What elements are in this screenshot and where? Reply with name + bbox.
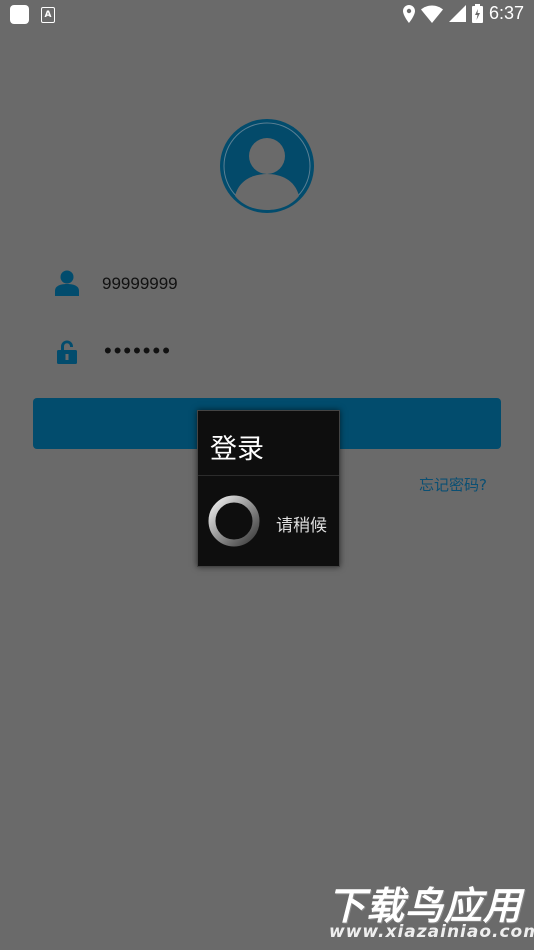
battery-icon — [471, 4, 483, 23]
status-right: 6:37 — [402, 3, 524, 24]
signal-icon — [448, 5, 466, 22]
watermark-url: www.xiazainiao.com — [329, 922, 534, 942]
dialog-message: 请稍候 — [276, 516, 327, 536]
lock-icon — [57, 340, 77, 364]
location-icon — [402, 4, 415, 23]
user-avatar-icon — [220, 119, 314, 213]
forgot-password-link[interactable]: 忘记密码? — [419, 474, 487, 495]
username-field[interactable]: 99999999 — [102, 274, 178, 294]
loading-spinner-icon — [208, 495, 260, 547]
user-icon — [55, 270, 79, 296]
status-bar: A 6:37 — [0, 0, 534, 28]
progress-dialog: 登录 请稍候 — [197, 410, 340, 567]
dialog-divider — [198, 475, 339, 476]
wifi-icon — [420, 5, 443, 23]
dialog-title: 登录 — [210, 434, 264, 465]
status-time: 6:37 — [488, 3, 524, 23]
watermark-logo: 下载鸟应用 www.xiazainiao.com — [319, 873, 534, 945]
password-field[interactable]: ••••••• — [104, 338, 172, 364]
status-left: A — [10, 5, 55, 24]
app-square-icon — [10, 5, 29, 24]
a-keyboard-icon: A — [41, 6, 55, 23]
